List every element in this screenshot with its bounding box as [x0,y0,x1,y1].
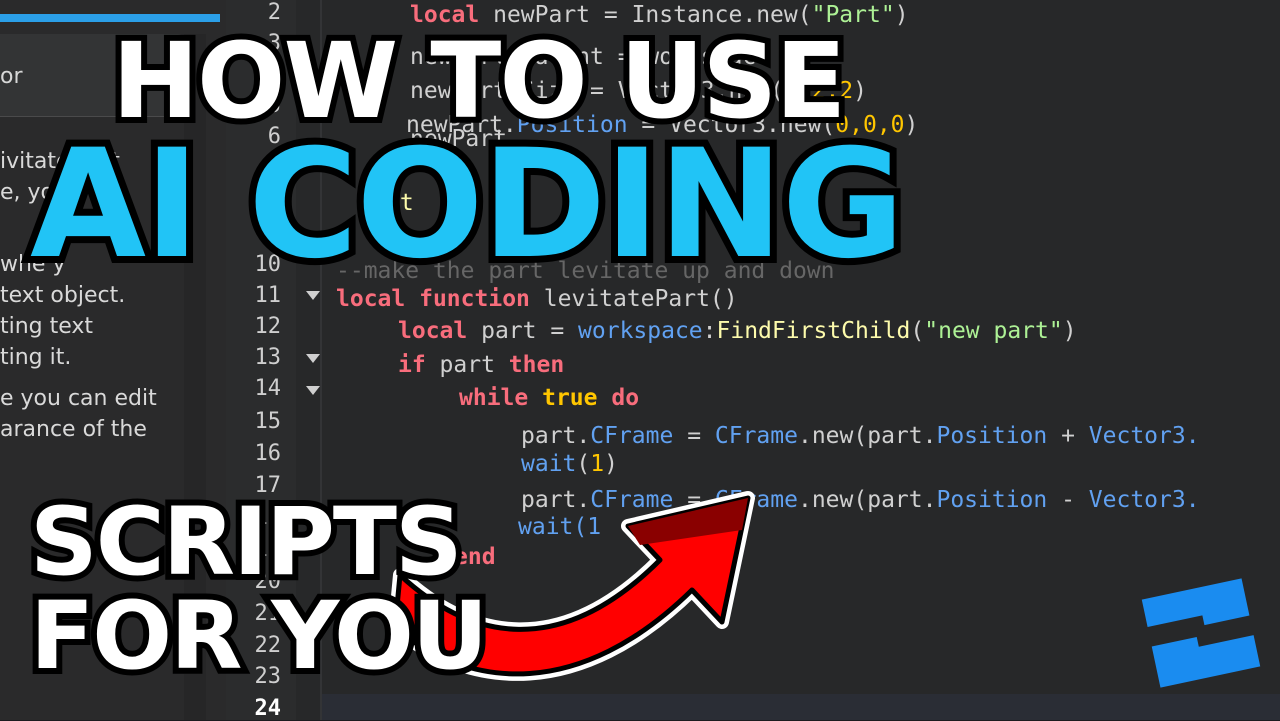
title-for-you: FOR YOU [24,576,494,697]
title-scripts: SCRIPTS [24,482,469,603]
roblox-studio-logo-icon [1141,578,1261,688]
title-ai-coding: AI CODING [23,111,912,299]
